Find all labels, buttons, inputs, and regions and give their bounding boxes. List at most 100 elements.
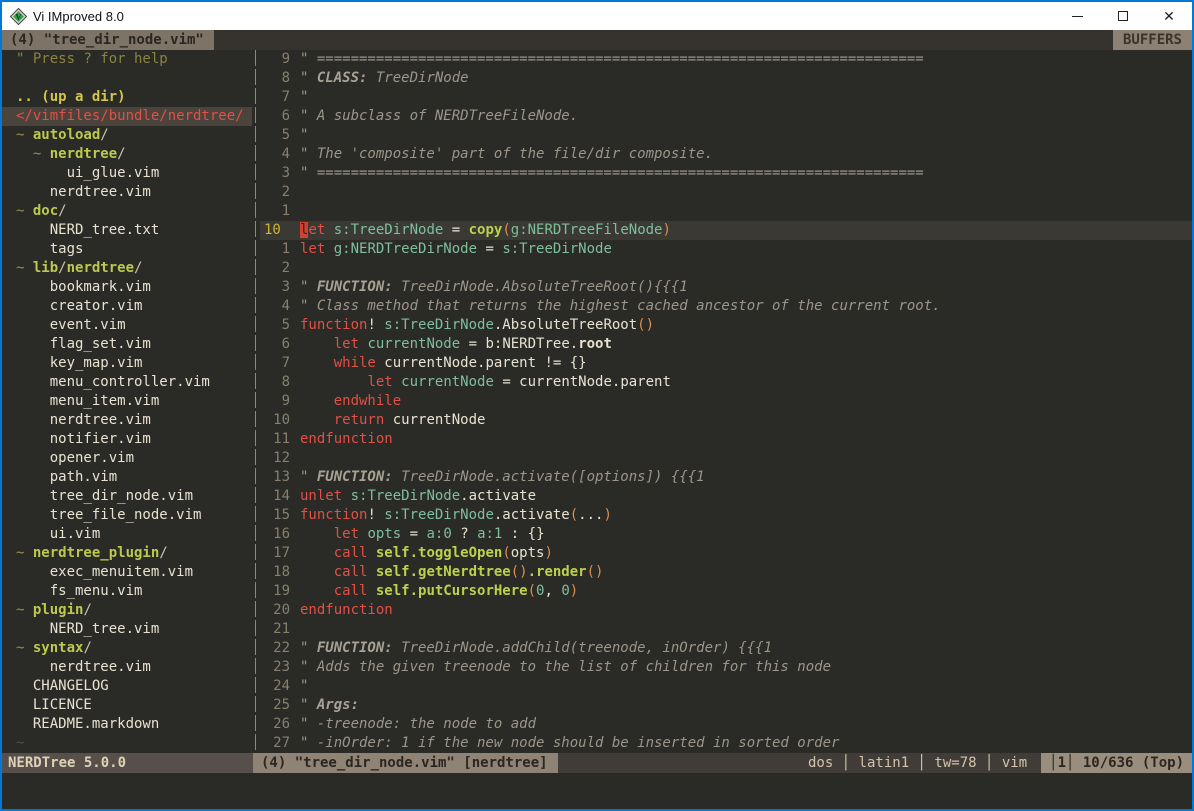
line-number: 27 bbox=[260, 734, 290, 753]
code-line[interactable]: 8" CLASS: TreeDirNode bbox=[260, 69, 1192, 88]
code-line[interactable]: 25" Args: bbox=[260, 696, 1192, 715]
code-line[interactable]: 14unlet s:TreeDirNode.activate bbox=[260, 487, 1192, 506]
editor-pane[interactable]: 9" =====================================… bbox=[260, 50, 1192, 753]
code-line[interactable]: 2 bbox=[260, 183, 1192, 202]
tree-item[interactable]: LICENCE bbox=[2, 696, 252, 715]
tree-item[interactable]: key_map.vim bbox=[2, 354, 252, 373]
code-line[interactable]: 3" FUNCTION: TreeDirNode.AbsoluteTreeRoo… bbox=[260, 278, 1192, 297]
code-line[interactable]: 4" Class method that returns the highest… bbox=[260, 297, 1192, 316]
tree-item[interactable]: ~ plugin/ bbox=[2, 601, 252, 620]
line-number: 8 bbox=[260, 69, 290, 88]
code-line[interactable]: 12 bbox=[260, 449, 1192, 468]
line-number: 13 bbox=[260, 468, 290, 487]
code-line[interactable]: 4" The 'composite' part of the file/dir … bbox=[260, 145, 1192, 164]
tree-item[interactable]: ~ lib/nerdtree/ bbox=[2, 259, 252, 278]
tree-item[interactable]: ~ nerdtree/ bbox=[2, 145, 252, 164]
code-line[interactable]: 24" bbox=[260, 677, 1192, 696]
tree-item[interactable]: event.vim bbox=[2, 316, 252, 335]
code-line[interactable]: 10 return currentNode bbox=[260, 411, 1192, 430]
tree-item[interactable]: ui_glue.vim bbox=[2, 164, 252, 183]
code-line-text: call self.putCursorHere(0, 0) bbox=[290, 582, 578, 601]
code-line[interactable]: 23" Adds the given treenode to the list … bbox=[260, 658, 1192, 677]
minimize-button[interactable] bbox=[1054, 2, 1100, 30]
tree-item[interactable]: nerdtree.vim bbox=[2, 183, 252, 202]
tree-item[interactable]: tree_dir_node.vim bbox=[2, 487, 252, 506]
tree-item[interactable]: nerdtree.vim bbox=[2, 658, 252, 677]
code-line[interactable]: 6 let currentNode = b:NERDTree.root bbox=[260, 335, 1192, 354]
code-line[interactable]: 7 while currentNode.parent != {} bbox=[260, 354, 1192, 373]
code-line-text: call self.getNerdtree().render() bbox=[290, 563, 603, 582]
tree-item[interactable]: exec_menuitem.vim bbox=[2, 563, 252, 582]
code-line[interactable]: 27" -inOrder: 1 if the new node should b… bbox=[260, 734, 1192, 753]
tree-item[interactable]: ~ autoload/ bbox=[2, 126, 252, 145]
tree-item[interactable]: " Press ? for help bbox=[2, 50, 252, 69]
tree-item[interactable]: ui.vim bbox=[2, 525, 252, 544]
tree-item[interactable]: README.markdown bbox=[2, 715, 252, 734]
tree-item[interactable]: .. (up a dir) bbox=[2, 88, 252, 107]
tree-item[interactable]: menu_item.vim bbox=[2, 392, 252, 411]
code-line[interactable]: 21 bbox=[260, 620, 1192, 639]
code-line[interactable]: 11endfunction bbox=[260, 430, 1192, 449]
tree-item[interactable]: </vimfiles/bundle/nerdtree/ bbox=[2, 107, 252, 126]
tree-item[interactable]: nerdtree.vim bbox=[2, 411, 252, 430]
line-number: 6 bbox=[260, 335, 290, 354]
code-line[interactable]: 5function! s:TreeDirNode.AbsoluteTreeRoo… bbox=[260, 316, 1192, 335]
tree-item[interactable]: NERD_tree.txt bbox=[2, 221, 252, 240]
code-line[interactable]: 16 let opts = a:0 ? a:1 : {} bbox=[260, 525, 1192, 544]
code-line[interactable]: 2 bbox=[260, 259, 1192, 278]
code-line[interactable]: 7" bbox=[260, 88, 1192, 107]
code-line[interactable]: 26" -treenode: the node to add bbox=[260, 715, 1192, 734]
code-line[interactable]: 8 let currentNode = currentNode.parent bbox=[260, 373, 1192, 392]
tree-item[interactable]: path.vim bbox=[2, 468, 252, 487]
tree-item[interactable] bbox=[2, 69, 252, 88]
tree-item[interactable]: ~ nerdtree_plugin/ bbox=[2, 544, 252, 563]
code-line[interactable]: 20endfunction bbox=[260, 601, 1192, 620]
tree-item-text: ~ bbox=[6, 735, 24, 751]
tree-item[interactable]: flag_set.vim bbox=[2, 335, 252, 354]
tree-item[interactable]: opener.vim bbox=[2, 449, 252, 468]
code-line[interactable]: 6" A subclass of NERDTreeFileNode. bbox=[260, 107, 1192, 126]
close-button[interactable]: ✕ bbox=[1146, 2, 1192, 30]
tree-item[interactable]: notifier.vim bbox=[2, 430, 252, 449]
tree-item-text: </vimfiles/bundle/nerdtree/ bbox=[6, 108, 244, 124]
code-line[interactable]: 1let g:NERDTreeDirNode = s:TreeDirNode bbox=[260, 240, 1192, 259]
code-line-text: " bbox=[290, 88, 308, 107]
code-line[interactable]: 3" =====================================… bbox=[260, 164, 1192, 183]
tree-item-text: tags bbox=[6, 241, 83, 257]
line-number: 11 bbox=[260, 430, 290, 449]
tree-item[interactable]: creator.vim bbox=[2, 297, 252, 316]
code-line[interactable]: 5" bbox=[260, 126, 1192, 145]
code-line[interactable]: 15function! s:TreeDirNode.activate(...) bbox=[260, 506, 1192, 525]
tree-item-text: ~ nerdtree/ bbox=[6, 146, 126, 162]
tree-item[interactable]: menu_controller.vim bbox=[2, 373, 252, 392]
tab-tree-dir-node[interactable]: (4) "tree_dir_node.vim" bbox=[2, 30, 214, 50]
maximize-button[interactable] bbox=[1100, 2, 1146, 30]
code-line-text: " CLASS: TreeDirNode bbox=[290, 69, 469, 88]
nerdtree-pane[interactable]: " Press ? for help .. (up a dir)</vimfile… bbox=[2, 50, 252, 753]
code-line[interactable]: 17 call self.toggleOpen(opts) bbox=[260, 544, 1192, 563]
code-line-text: function! s:TreeDirNode.activate(...) bbox=[290, 506, 612, 525]
tree-item[interactable]: ~ bbox=[2, 734, 252, 753]
tree-item[interactable]: ~ doc/ bbox=[2, 202, 252, 221]
code-line-text: " Class method that returns the highest … bbox=[290, 297, 941, 316]
code-line[interactable]: 9" =====================================… bbox=[260, 50, 1192, 69]
code-line[interactable]: 9 endwhile bbox=[260, 392, 1192, 411]
tree-item[interactable]: ~ syntax/ bbox=[2, 639, 252, 658]
tree-item[interactable]: NERD_tree.vim bbox=[2, 620, 252, 639]
tree-item[interactable]: bookmark.vim bbox=[2, 278, 252, 297]
tree-item[interactable]: fs_menu.vim bbox=[2, 582, 252, 601]
code-line[interactable]: 13" FUNCTION: TreeDirNode.activate([opti… bbox=[260, 468, 1192, 487]
vim-window: V Vi IMproved 8.0 ✕ (4) "tree_dir_node.v… bbox=[0, 0, 1194, 811]
code-line[interactable]: 10let s:TreeDirNode = copy(g:NERDTreeFil… bbox=[260, 221, 1192, 240]
line-number: 17 bbox=[260, 544, 290, 563]
code-line[interactable]: 1 bbox=[260, 202, 1192, 221]
tree-item[interactable]: tags bbox=[2, 240, 252, 259]
tree-item[interactable]: CHANGELOG bbox=[2, 677, 252, 696]
command-line[interactable] bbox=[2, 773, 1192, 809]
tree-item-text: LICENCE bbox=[6, 697, 92, 713]
tree-item[interactable]: tree_file_node.vim bbox=[2, 506, 252, 525]
code-line[interactable]: 22" FUNCTION: TreeDirNode.addChild(treen… bbox=[260, 639, 1192, 658]
window-separator[interactable] bbox=[252, 50, 260, 753]
code-line[interactable]: 19 call self.putCursorHere(0, 0) bbox=[260, 582, 1192, 601]
code-line[interactable]: 18 call self.getNerdtree().render() bbox=[260, 563, 1192, 582]
